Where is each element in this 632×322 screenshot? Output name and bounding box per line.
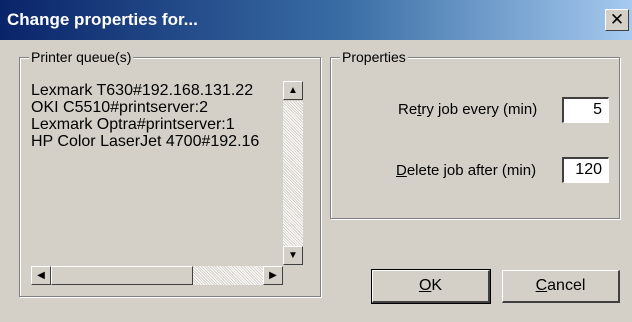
close-icon: ✕	[609, 10, 625, 29]
window-title: Change properties for...	[7, 10, 198, 29]
vertical-scrollbar[interactable]: ▲ ▼	[283, 81, 303, 266]
vertical-scroll-track[interactable]	[283, 101, 303, 246]
retry-label-text: Re	[398, 101, 418, 118]
printer-queue-list[interactable]: Lexmark T630#192.168.131.22 OKI C5510#pr…	[25, 75, 315, 290]
close-button[interactable]: ✕	[605, 9, 629, 31]
horizontal-scroll-thumb[interactable]	[51, 266, 193, 285]
printer-queue-items: Lexmark T630#192.168.131.22 OKI C5510#pr…	[31, 82, 277, 150]
arrow-right-icon: ▶	[269, 270, 277, 281]
arrow-up-icon: ▲	[288, 85, 298, 96]
scroll-up-button[interactable]: ▲	[283, 81, 303, 100]
cancel-accel: C	[535, 277, 548, 294]
ok-label: K	[431, 277, 443, 294]
list-item[interactable]: Lexmark T630#192.168.131.22	[31, 82, 277, 99]
printer-queues-label: Printer queue(s)	[29, 49, 134, 65]
list-item[interactable]: HP Color LaserJet 4700#192.16	[31, 133, 277, 150]
title-bar[interactable]: Change properties for... ✕	[0, 0, 632, 40]
list-item[interactable]: OKI C5510#printserver:2	[31, 99, 277, 116]
retry-input[interactable]: 5	[562, 97, 609, 123]
cancel-button[interactable]: Cancel	[502, 270, 620, 303]
properties-label: Properties	[340, 49, 408, 65]
cancel-label: ancel	[547, 277, 586, 294]
scroll-left-button[interactable]: ◀	[31, 266, 51, 285]
horizontal-scrollbar[interactable]: ◀ ▶	[31, 266, 283, 285]
delete-input[interactable]: 120	[562, 157, 609, 183]
retry-label: Retry job every (min)	[398, 101, 537, 119]
retry-label-text-rest: ry job every (min)	[421, 101, 538, 118]
delete-label-text-rest: elete job after (min)	[406, 162, 537, 179]
ok-button[interactable]: OK	[371, 269, 491, 304]
change-properties-dialog: Change properties for... ✕ Printer queue…	[0, 0, 632, 322]
list-item[interactable]: Lexmark Optra#printserver:1	[31, 116, 277, 133]
ok-accel: O	[418, 277, 432, 294]
scroll-right-button[interactable]: ▶	[263, 266, 283, 285]
properties-group: Properties	[330, 49, 620, 219]
arrow-down-icon: ▼	[288, 250, 298, 261]
delete-label: Delete job after (min)	[396, 162, 536, 180]
arrow-left-icon: ◀	[37, 270, 45, 281]
horizontal-scroll-track[interactable]	[51, 266, 263, 285]
delete-label-accel: D	[396, 162, 407, 179]
scroll-down-button[interactable]: ▼	[283, 246, 303, 265]
